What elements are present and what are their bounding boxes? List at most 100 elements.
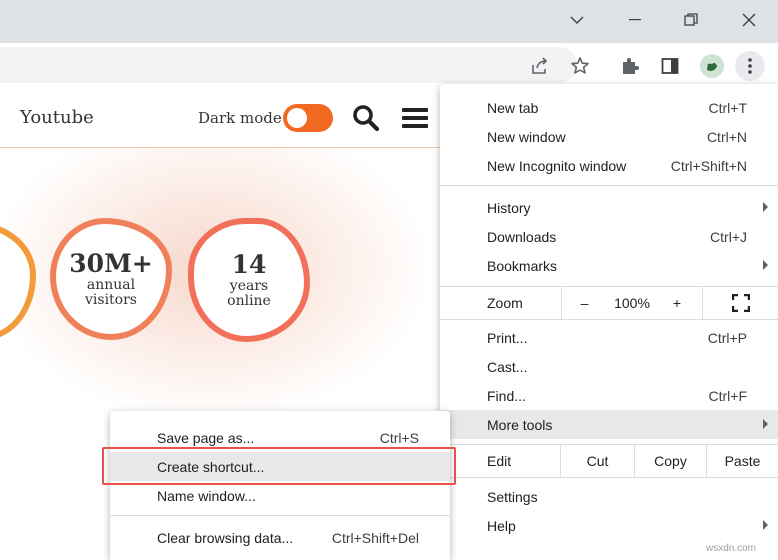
stat-blob: 30M+ annual visitors: [50, 218, 172, 340]
menu-item-label: Print...: [487, 329, 528, 346]
site-header: Youtube Dark mode: [0, 88, 440, 148]
site-title[interactable]: Youtube: [20, 107, 94, 128]
menu-item-label: Find...: [487, 387, 526, 404]
hamburger-icon: [402, 108, 428, 128]
address-bar[interactable]: [0, 47, 577, 83]
more-vert-icon: [748, 58, 752, 74]
site-search-button[interactable]: [352, 104, 380, 137]
menu-item-shortcut: Ctrl+F: [708, 387, 748, 404]
menu-item-new-incognito[interactable]: New Incognito window Ctrl+Shift+N: [440, 151, 778, 180]
menu-item-new-window[interactable]: New window Ctrl+N: [440, 122, 778, 151]
menu-separator: [440, 477, 778, 478]
menu-item-label: Settings: [487, 488, 538, 505]
paste-button[interactable]: Paste: [706, 445, 778, 477]
submenu-arrow-icon: [763, 202, 768, 212]
menu-item-more-tools[interactable]: More tools: [440, 410, 778, 439]
stat-label: visitors: [85, 292, 137, 308]
zoom-row: Zoom – 100% +: [440, 287, 778, 319]
menu-separator: [440, 185, 778, 186]
zoom-level-value: 100%: [614, 295, 650, 311]
menu-item-print[interactable]: Print... Ctrl+P: [440, 323, 778, 352]
menu-item-label: Save page as...: [157, 429, 255, 446]
stat-blob-partial: [0, 222, 36, 340]
menu-item-label: New tab: [487, 99, 539, 116]
zoom-minus-label: –: [580, 295, 589, 311]
side-panel-button[interactable]: [655, 51, 685, 81]
menu-separator: [110, 515, 450, 516]
submenu-arrow-icon: [763, 260, 768, 270]
zoom-in-button[interactable]: +: [657, 287, 697, 319]
restore-button[interactable]: [662, 0, 720, 40]
edit-row: Edit Cut Copy Paste: [440, 445, 778, 477]
restore-icon: [684, 13, 698, 26]
zoom-level: 100%: [607, 287, 657, 319]
share-button[interactable]: [525, 51, 555, 81]
toggle-knob: [287, 108, 307, 128]
menu-item-history[interactable]: History: [440, 193, 778, 222]
submenu-item-name-window[interactable]: Name window...: [110, 481, 450, 510]
stat-number: 30M+: [69, 249, 153, 278]
menu-item-shortcut: Ctrl+Shift+N: [670, 157, 747, 174]
menu-item-label: Downloads: [487, 228, 557, 245]
copy-button[interactable]: Copy: [634, 445, 706, 477]
profile-icon: [707, 62, 717, 71]
stat-label: online: [227, 293, 271, 309]
menu-item-label: New window: [487, 128, 566, 145]
chrome-main-menu: New tab Ctrl+T New window Ctrl+N New Inc…: [440, 84, 778, 560]
stat-label: annual: [86, 277, 136, 293]
zoom-out-button[interactable]: –: [561, 287, 607, 319]
zoom-label: Zoom: [487, 295, 523, 311]
minimize-button[interactable]: [606, 0, 664, 40]
tab-search-button[interactable]: [548, 0, 606, 40]
browser-toolbar: [0, 43, 778, 88]
cut-label: Cut: [586, 453, 609, 469]
menu-item-shortcut: Ctrl+S: [379, 429, 419, 446]
hero-section: 30M+ annual visitors 14 years online: [0, 148, 440, 410]
menu-item-label: New Incognito window: [487, 157, 627, 174]
puzzle-icon: [623, 58, 639, 74]
paste-label: Paste: [724, 453, 761, 469]
dark-mode-toggle[interactable]: [283, 104, 333, 132]
site-menu-button[interactable]: [402, 106, 428, 135]
side-panel-icon: [661, 58, 679, 74]
menu-item-label: Cast...: [487, 358, 528, 375]
dark-mode-label: Dark mode: [198, 109, 282, 127]
highlight-box: [102, 447, 456, 485]
bookmark-star-button[interactable]: [565, 51, 595, 81]
menu-item-bookmarks[interactable]: Bookmarks: [440, 251, 778, 280]
fullscreen-button[interactable]: [702, 287, 778, 319]
menu-item-label: Help: [487, 517, 516, 534]
menu-item-shortcut: Ctrl+N: [706, 128, 747, 145]
minimize-icon: [629, 19, 641, 21]
search-icon: [353, 105, 380, 132]
submenu-item-clear-data[interactable]: Clear browsing data... Ctrl+Shift+Del: [110, 523, 450, 552]
menu-item-cast[interactable]: Cast...: [440, 352, 778, 381]
extensions-button[interactable]: [615, 51, 645, 81]
menu-item-help[interactable]: Help: [440, 511, 778, 540]
close-button[interactable]: [720, 0, 778, 40]
more-tools-submenu: Save page as... Ctrl+S Create shortcut..…: [110, 411, 450, 560]
copy-label: Copy: [654, 453, 687, 469]
cut-button[interactable]: Cut: [560, 445, 634, 477]
star-icon: [571, 57, 589, 74]
stat-blob: 14 years online: [188, 218, 310, 342]
profile-button[interactable]: [697, 51, 727, 81]
close-icon: [742, 13, 756, 27]
menu-item-shortcut: Ctrl+T: [708, 99, 748, 116]
menu-item-label: Clear browsing data...: [157, 529, 294, 546]
zoom-plus-label: +: [672, 295, 682, 311]
menu-item-new-tab[interactable]: New tab Ctrl+T: [440, 93, 778, 122]
menu-item-downloads[interactable]: Downloads Ctrl+J: [440, 222, 778, 251]
chrome-menu-button[interactable]: [735, 51, 765, 81]
menu-item-label: Name window...: [157, 487, 256, 504]
submenu-arrow-icon: [763, 419, 768, 429]
stat-label: years: [229, 278, 269, 294]
fullscreen-icon: [731, 294, 750, 312]
menu-item-find[interactable]: Find... Ctrl+F: [440, 381, 778, 410]
menu-item-label: Bookmarks: [487, 257, 558, 274]
menu-item-label: History: [487, 199, 531, 216]
menu-item-settings[interactable]: Settings: [440, 482, 778, 511]
chevron-down-icon: [570, 16, 584, 24]
stat-number: 14: [231, 250, 267, 279]
menu-item-label: More tools: [487, 416, 553, 433]
